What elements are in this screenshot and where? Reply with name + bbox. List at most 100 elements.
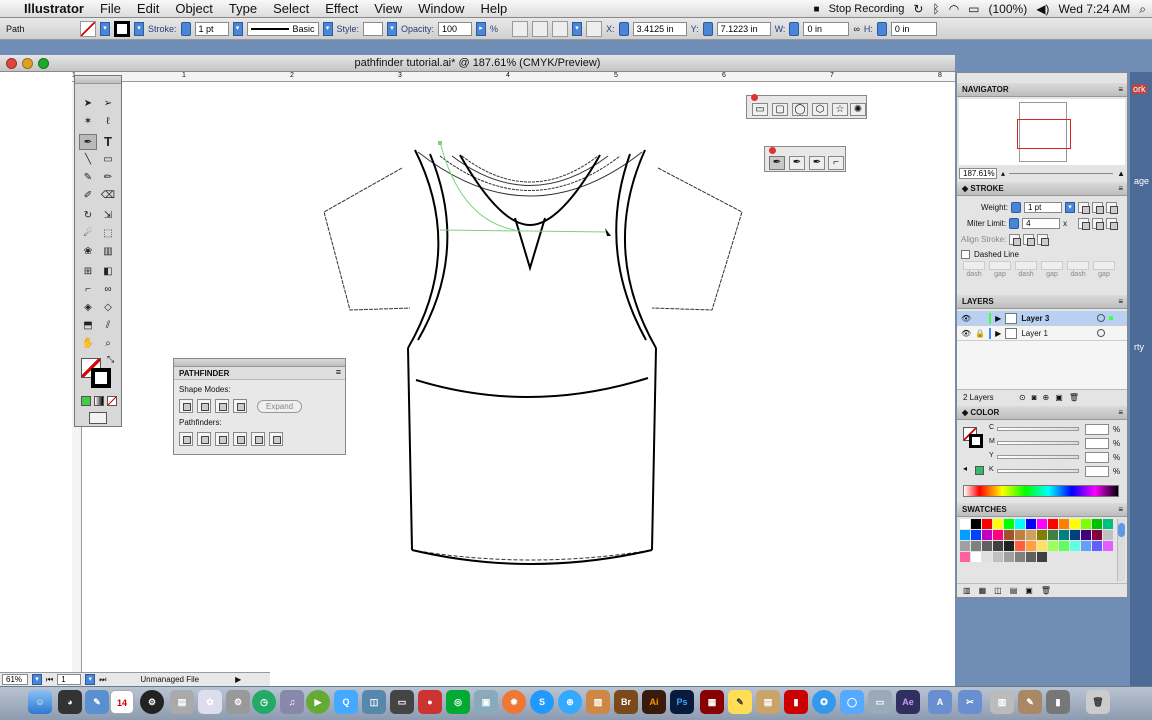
pencil-tool-icon[interactable]: ✏ <box>99 170 117 186</box>
color-swatch[interactable] <box>993 530 1003 540</box>
preview-icon[interactable]: ◫ <box>362 690 386 714</box>
column-graph-tool-icon[interactable]: ▥ <box>99 244 117 260</box>
target-circle-icon[interactable] <box>1097 314 1106 322</box>
trash-icon[interactable]: 🗑 <box>1086 690 1110 714</box>
color-swatch[interactable] <box>1103 541 1113 551</box>
dashed-line-checkbox[interactable] <box>961 249 970 259</box>
style-dropdown[interactable]: ▾ <box>387 21 398 36</box>
iphoto-icon[interactable]: ✿ <box>198 690 222 714</box>
messages-icon[interactable]: ◯ <box>840 690 864 714</box>
y-field[interactable]: 7.1223 in <box>716 21 771 36</box>
color-swatch[interactable] <box>971 519 981 529</box>
navigator-zoom-slider[interactable] <box>1009 172 1114 174</box>
pen-tool-icon[interactable]: ✒ <box>79 134 97 150</box>
first-artboard-icon[interactable]: ⏮ <box>46 675 53 685</box>
show-swatch-kinds-icon[interactable]: ▦ <box>979 586 987 595</box>
last-artboard-icon[interactable]: ⏭ <box>99 675 106 685</box>
crop-button-icon[interactable] <box>233 432 247 446</box>
volume-icon[interactable]: ◀) <box>1036 2 1049 16</box>
rectangle-tool-icon[interactable]: ▭ <box>752 103 768 116</box>
zoom-window-icon[interactable] <box>38 58 49 69</box>
out-of-gamut-icon[interactable]: ◂ <box>963 464 967 473</box>
align-outside-icon[interactable] <box>1037 234 1050 246</box>
join-round-icon[interactable] <box>1092 218 1105 230</box>
dash-field[interactable] <box>963 261 985 270</box>
pathfinder-titlebar[interactable] <box>174 359 345 367</box>
pen-tool-icon[interactable]: ✒ <box>769 156 785 170</box>
magenta-slider[interactable] <box>997 441 1079 445</box>
color-swatch[interactable] <box>982 541 992 551</box>
color-swatch[interactable] <box>1048 541 1058 551</box>
cap-round-icon[interactable] <box>1091 202 1104 214</box>
recolor-icon[interactable] <box>512 20 529 37</box>
color-tab[interactable]: ◆ COLOR ≡ <box>957 406 1127 420</box>
panel-menu-icon[interactable]: ≡ <box>336 367 341 377</box>
symbol-sprayer-tool-icon[interactable]: ❀ <box>79 244 97 260</box>
zoom-tool-icon[interactable]: ⌕ <box>99 336 117 352</box>
yellow-slider[interactable] <box>997 455 1079 459</box>
downloads-stack-icon[interactable]: ▮ <box>1046 690 1070 714</box>
zoom-out-icon[interactable]: ▴ <box>1001 169 1005 178</box>
quicktime-icon[interactable]: Q <box>334 690 358 714</box>
divide-button-icon[interactable] <box>179 432 193 446</box>
utilities-folder-icon[interactable]: ✂ <box>958 690 982 714</box>
scanner-icon[interactable]: ▭ <box>868 690 892 714</box>
selected-art-indicator[interactable] <box>1109 316 1114 320</box>
lasso-tool-icon[interactable]: ℓ <box>99 114 117 130</box>
tshirt-artwork[interactable] <box>300 130 760 580</box>
layer-name[interactable]: Layer 3 <box>1021 314 1081 323</box>
paint-icon[interactable]: ▨ <box>586 690 610 714</box>
expand-layer-icon[interactable]: ▶ <box>995 314 1001 323</box>
color-swatch[interactable] <box>1059 530 1069 540</box>
blend-tool-icon[interactable]: ∞ <box>99 282 117 298</box>
delete-layer-icon[interactable]: 🗑 <box>1069 393 1079 402</box>
panel-menu-icon[interactable]: ≡ <box>1118 182 1123 196</box>
swap-colors-icon[interactable]: ⤡ <box>107 354 114 365</box>
new-swatch-icon[interactable]: ▣ <box>1025 586 1033 595</box>
join-bevel-icon[interactable] <box>1106 218 1119 230</box>
visibility-eye-icon[interactable]: 👁 <box>961 314 971 323</box>
miter-limit-input[interactable]: 4 <box>1022 218 1061 229</box>
color-mode-icon[interactable] <box>81 396 91 406</box>
color-swatch[interactable] <box>1037 530 1047 540</box>
swatch-options-icon[interactable]: ◫ <box>994 586 1002 595</box>
photo-booth-icon[interactable]: ▤ <box>170 690 194 714</box>
mesh-tool-icon[interactable]: ⊞ <box>79 264 97 280</box>
none-mode-icon[interactable] <box>107 396 117 406</box>
illustrator-icon[interactable]: Ai <box>642 690 666 714</box>
color-swatch[interactable] <box>1026 519 1036 529</box>
zoom-in-icon[interactable]: ▲ <box>1117 169 1125 178</box>
screen-mode-icon[interactable] <box>89 412 107 424</box>
applications-folder-icon[interactable]: A <box>928 690 952 714</box>
locate-object-icon[interactable]: ⊙ <box>1019 393 1026 402</box>
navigator-view-box[interactable] <box>1017 119 1071 149</box>
color-swatch[interactable] <box>1026 541 1036 551</box>
color-swatch[interactable] <box>1048 530 1058 540</box>
eraser-tool-icon[interactable]: ⌫ <box>99 188 117 204</box>
h-field[interactable]: 0 in <box>890 21 937 36</box>
document-titlebar[interactable]: pathfinder tutorial.ai* @ 187.61% (CMYK/… <box>0 55 955 72</box>
color-swatch[interactable] <box>1048 519 1058 529</box>
layer-name[interactable]: Layer 1 <box>1021 329 1081 338</box>
x-stepper[interactable] <box>618 21 629 36</box>
align-dropdown[interactable]: ▾ <box>572 21 583 36</box>
scale-tool-icon[interactable]: ⇲ <box>99 208 117 224</box>
stroke-stepper[interactable] <box>180 21 191 36</box>
flare-tool-icon[interactable]: ✺ <box>850 103 866 116</box>
color-spectrum-bar[interactable] <box>963 485 1119 497</box>
color-swatch[interactable] <box>1037 541 1047 551</box>
stroke-weight-dropdown[interactable]: ▾ <box>232 21 243 36</box>
photo-icon[interactable]: ▣ <box>474 690 498 714</box>
free-transform-tool-icon[interactable]: ⬚ <box>99 226 117 242</box>
color-swatch[interactable] <box>982 530 992 540</box>
minimize-window-icon[interactable] <box>22 58 33 69</box>
stroke-weight-field[interactable]: 1 pt <box>194 21 229 36</box>
bluetooth-icon[interactable]: ᛒ <box>932 2 939 16</box>
color-swatch[interactable] <box>1070 541 1080 551</box>
terminal-icon[interactable]: ▭ <box>390 690 414 714</box>
menu-window[interactable]: Window <box>410 0 472 18</box>
layer-row[interactable]: 👁 ▶ Layer 3 <box>957 311 1127 326</box>
clock[interactable]: Wed 7:24 AM <box>1058 2 1130 16</box>
xbox-icon[interactable]: ◎ <box>446 690 470 714</box>
panel-menu-icon[interactable]: ≡ <box>1118 295 1123 309</box>
